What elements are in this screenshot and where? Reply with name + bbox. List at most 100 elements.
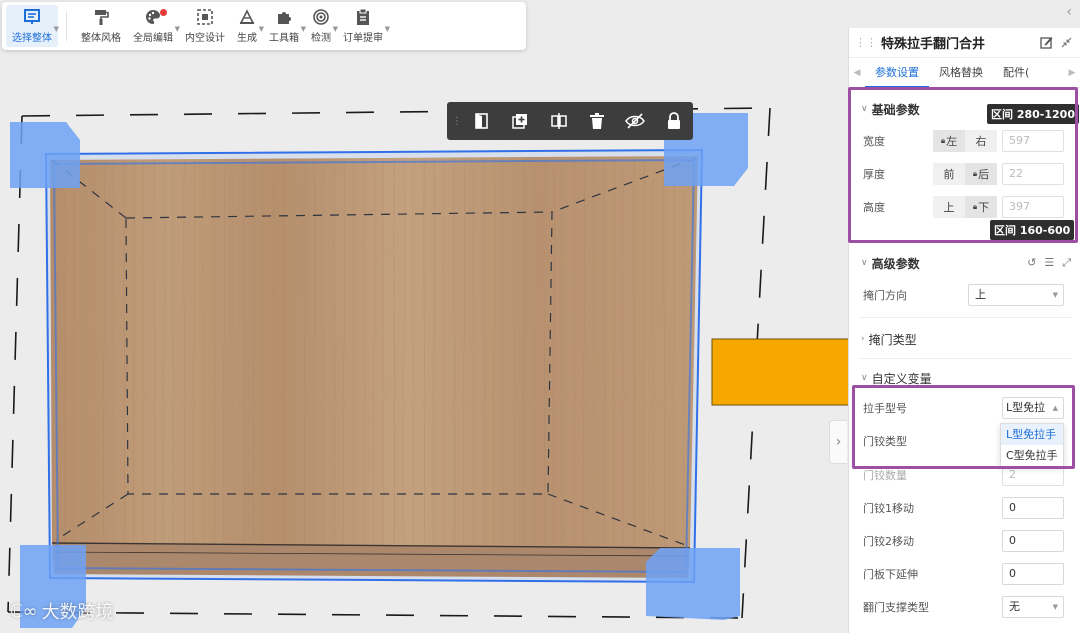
detect-icon xyxy=(313,9,329,25)
lock-icon xyxy=(667,112,680,129)
chevron-down-icon: ∨ xyxy=(861,258,868,268)
panel-title: 特殊拉手翻门合井 xyxy=(881,37,986,52)
toolbar-select-whole[interactable]: 选择整体 ▼ xyxy=(6,5,59,47)
hinge2-input[interactable]: 0 xyxy=(1002,530,1064,552)
hinge-count-label: 门铰数量 xyxy=(863,469,907,482)
height-input[interactable]: 397 xyxy=(1002,196,1064,218)
toolbar-generate[interactable]: 生成 ▼ xyxy=(231,5,264,47)
hinge-type-label: 门铰类型 xyxy=(863,435,907,448)
panel-tabs: ◀ 参数设置 风格替换 配件( ▶ xyxy=(849,58,1080,88)
thickness-anchor-front[interactable]: 前 xyxy=(933,163,965,185)
generate-icon xyxy=(239,9,255,24)
toolbar-global-edit[interactable]: 全局编辑 ▼ xyxy=(127,5,180,47)
width-input[interactable]: 597 xyxy=(1002,130,1064,152)
lock-button[interactable] xyxy=(655,102,693,140)
advanced-params-title: 高级参数 xyxy=(871,256,920,271)
door-direction-row: 掩门方向 上 ▼ xyxy=(849,282,1080,308)
basic-params-title: 基础参数 xyxy=(871,102,920,117)
drag-grip-icon[interactable]: ⋮ xyxy=(451,116,463,127)
width-anchor-right[interactable]: 右 xyxy=(965,130,997,152)
hinge1-label: 门铰1移动 xyxy=(863,502,914,515)
thickness-anchor-toggle: 前 🔒︎ 后 xyxy=(933,163,997,185)
height-anchor-top[interactable]: 上 xyxy=(933,196,965,218)
extend-label: 门板下延伸 xyxy=(863,568,918,581)
add-box-button[interactable] xyxy=(501,102,539,140)
door-icon xyxy=(475,113,488,129)
width-anchor-toggle: 🔒︎ 左 右 xyxy=(933,130,997,152)
caret-down-icon: ▼ xyxy=(1052,603,1058,611)
extend-input[interactable]: 0 xyxy=(1002,563,1064,585)
watermark-logo: ℂ∞ xyxy=(10,600,38,622)
door-button[interactable] xyxy=(463,102,501,140)
collapse-icon[interactable] xyxy=(1058,35,1074,51)
width-anchor-left[interactable]: 🔒︎ 左 xyxy=(933,130,965,152)
chevron-up-icon[interactable]: ‹ xyxy=(1066,4,1072,20)
sort-icon[interactable]: ☰ xyxy=(1044,256,1054,270)
thickness-anchor-back[interactable]: 🔒︎ 后 xyxy=(965,163,997,185)
support-type-select[interactable]: 无 ▼ xyxy=(1002,596,1064,618)
panel-collapse-button[interactable]: › xyxy=(829,420,847,464)
panel-header: ⋮⋮ 特殊拉手翻门合井 xyxy=(849,28,1080,58)
door-type-title: 掩门类型 xyxy=(868,332,917,347)
notification-badge xyxy=(160,9,167,16)
toolbar-label: 生成 xyxy=(237,33,257,44)
handle-option-l[interactable]: L型免拉手 xyxy=(1001,424,1063,445)
thickness-input[interactable]: 22 xyxy=(1002,163,1064,185)
adjacent-panel[interactable] xyxy=(711,338,848,406)
tab-style-replace[interactable]: 风格替换 xyxy=(929,58,993,88)
support-type-row: 翻门支撑类型 无 ▼ xyxy=(849,594,1080,620)
chevron-down-icon: ∨ xyxy=(861,104,868,114)
hinge1-input[interactable]: 0 xyxy=(1002,497,1064,519)
inner-space-icon xyxy=(197,9,213,25)
add-box-icon xyxy=(512,114,528,129)
width-row: 宽度 🔒︎ 左 右 597 xyxy=(849,128,1080,154)
edit-icon[interactable] xyxy=(1038,35,1054,51)
panel-top-bar: ‹ xyxy=(848,0,1080,28)
chevron-down-icon: ∨ xyxy=(861,373,868,383)
tab-accessories[interactable]: 配件( xyxy=(993,58,1039,88)
toolbar-label: 工具箱 xyxy=(269,33,299,44)
caret-up-icon: ▲ xyxy=(1052,404,1058,412)
thickness-row: 厚度 前 🔒︎ 后 22 xyxy=(849,161,1080,187)
toolbar-label: 内空设计 xyxy=(185,33,225,44)
height-anchor-bottom[interactable]: 🔒︎ 下 xyxy=(965,196,997,218)
reset-icon[interactable]: ↺ xyxy=(1027,256,1036,270)
mirror-button[interactable] xyxy=(540,102,578,140)
delete-button[interactable] xyxy=(578,102,616,140)
drag-grip-icon[interactable]: ⋮⋮ xyxy=(855,36,877,49)
advanced-params-header[interactable]: ∨ 高级参数 ↺ ☰ ⤢ xyxy=(849,248,1080,278)
toolbar-detect[interactable]: 检测 ▼ xyxy=(305,5,338,47)
toolbar-label: 检测 xyxy=(311,33,331,44)
expand-icon[interactable]: ⤢ xyxy=(1062,256,1071,270)
cabinet-scene[interactable] xyxy=(0,52,848,633)
height-anchor-toggle: 上 🔒︎ 下 xyxy=(933,196,997,218)
handle-model-select[interactable]: L型免拉 ▲ xyxy=(1002,397,1064,419)
height-range-tooltip: 区间 160-600 xyxy=(990,220,1075,240)
toolbar-toolbox[interactable]: 工具箱 ▼ xyxy=(263,5,306,47)
handle-option-c[interactable]: C型免拉手 xyxy=(1001,445,1063,466)
width-range-tooltip: 区间 280-1200 xyxy=(987,104,1079,124)
object-toolbar: ⋮ xyxy=(447,102,693,140)
hide-button[interactable] xyxy=(616,102,654,140)
tab-scroll-right-icon[interactable]: ▶ xyxy=(1064,68,1080,78)
height-label: 高度 xyxy=(863,201,885,214)
hinge2-label: 门铰2移动 xyxy=(863,535,914,548)
tab-scroll-left-icon[interactable]: ◀ xyxy=(849,68,865,78)
divider xyxy=(859,242,1071,243)
corner-handle-top-left[interactable] xyxy=(10,122,80,188)
door-type-header[interactable]: › 掩门类型 xyxy=(849,324,1080,354)
hinge-count-input[interactable]: 2 xyxy=(1002,464,1064,486)
design-canvas[interactable]: ⋮ ℂ∞ 大数跨境 › xyxy=(0,52,848,633)
custom-vars-title: 自定义变量 xyxy=(871,371,932,386)
toolbar-label: 选择整体 xyxy=(12,33,52,44)
width-label: 宽度 xyxy=(863,135,885,148)
door-direction-select[interactable]: 上 ▼ xyxy=(968,284,1064,306)
caret-down-icon: ▼ xyxy=(1052,291,1058,299)
toolbar-inner-space[interactable]: 内空设计 xyxy=(179,5,231,47)
toolbar-overall-style[interactable]: 整体风格 xyxy=(75,5,127,47)
corner-handle-bottom-right[interactable] xyxy=(646,548,740,620)
watermark: ℂ∞ 大数跨境 xyxy=(10,598,114,624)
tab-params[interactable]: 参数设置 xyxy=(865,58,929,88)
toolbar-order-review[interactable]: 订单提审 ▼ xyxy=(337,5,390,47)
custom-vars-header[interactable]: ∨ 自定义变量 xyxy=(849,363,1080,393)
